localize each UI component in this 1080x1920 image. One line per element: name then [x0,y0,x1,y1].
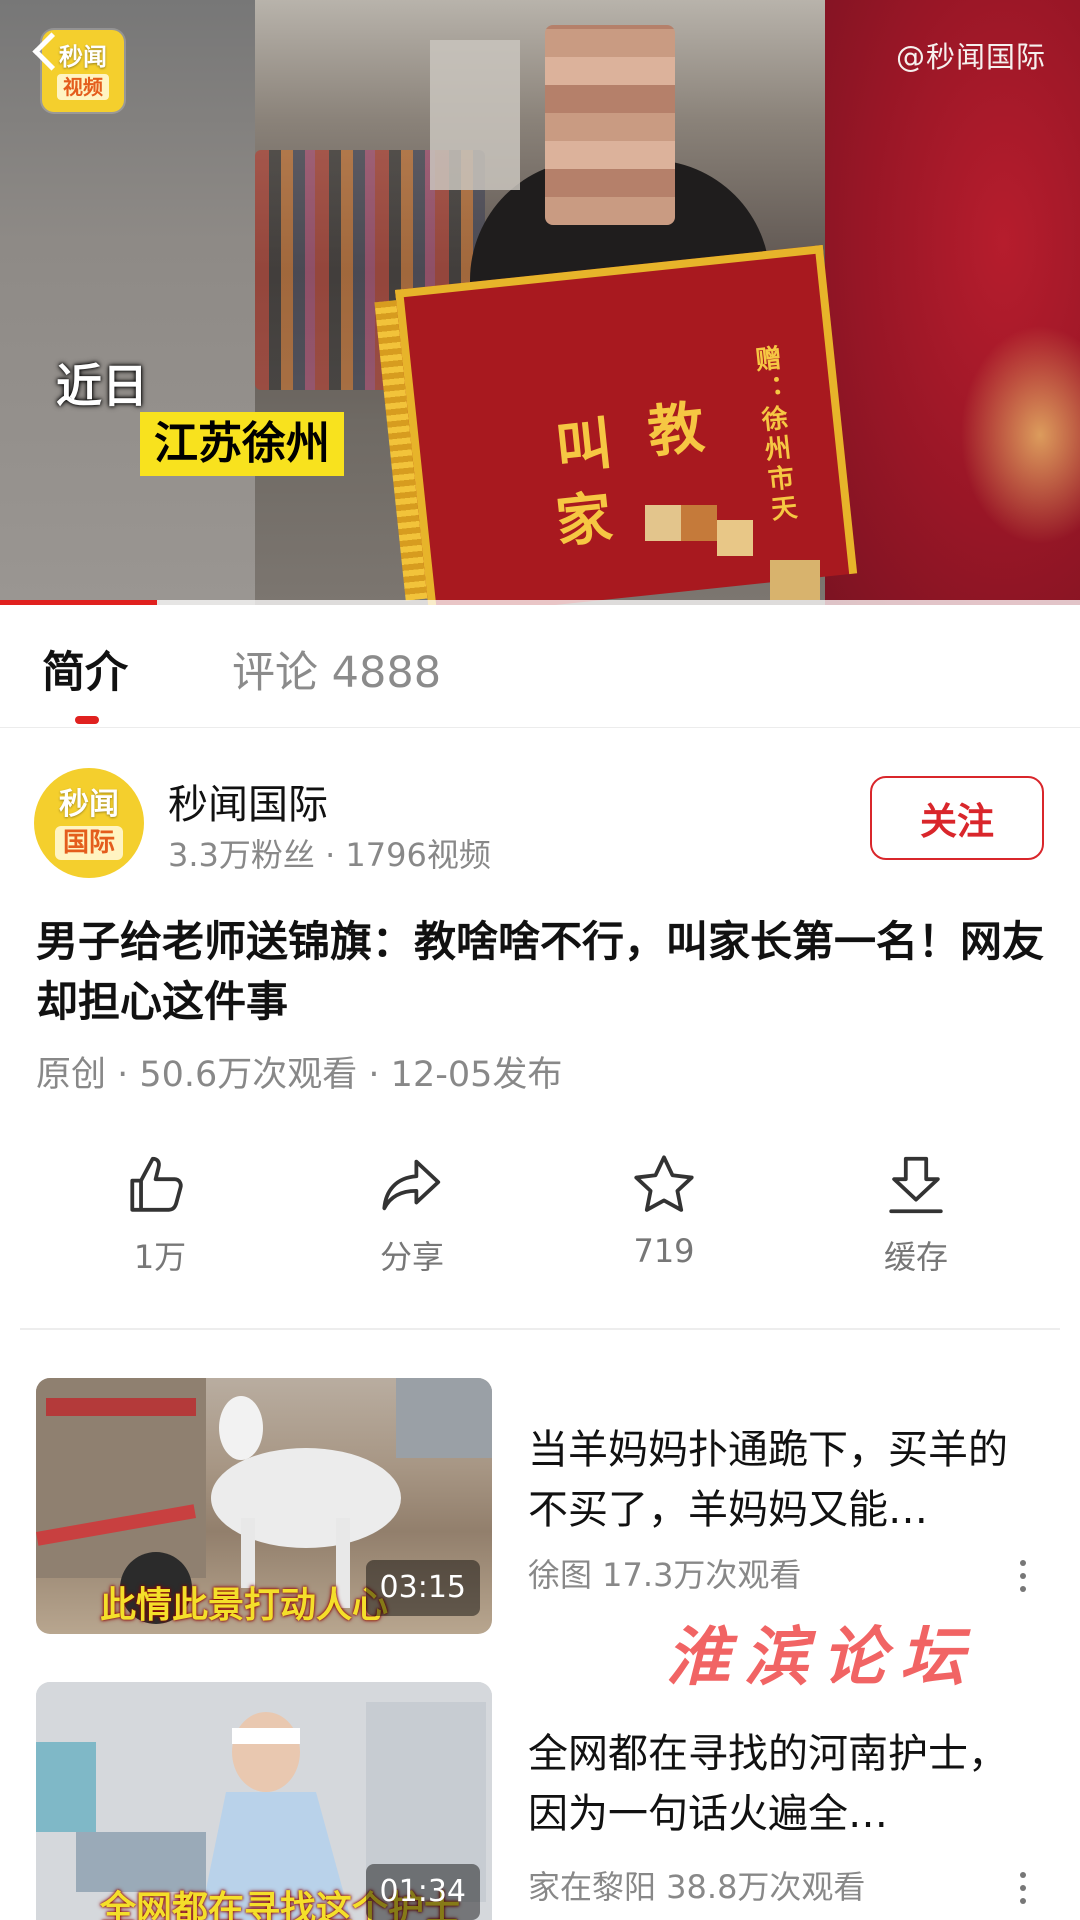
recommended-video[interactable]: 全网都在寻找这个护士 01:34 全网都在寻找的河南护士，因为一句话火遍全… 家… [0,1682,1080,1920]
recommended-video-title: 当羊妈妈扑通跪下，买羊的不买了，羊妈妈又能… [528,1427,1008,1533]
back-arrow-icon[interactable] [26,30,66,74]
section-divider [20,1328,1060,1330]
video-frame-mosaic-face [545,25,675,225]
more-options-icon[interactable] [1008,1868,1038,1908]
banner-character: 叫 [552,410,616,482]
video-thumbnail: 此情此景打动人心 03:15 [36,1378,492,1634]
action-bar: 1万 分享 719 缓存 [0,1150,1080,1290]
download-label: 缓存 [883,1238,948,1276]
video-frame-left [0,0,255,605]
channel-name[interactable]: 秒闻国际 [168,772,328,830]
tab-bar: 简介 评论 4888 [0,606,1080,728]
banner-mosaic [681,505,717,541]
tab-intro[interactable]: 简介 [42,638,128,700]
video-title: 男子给老师送锦旗：教啥啥不行，叫家长第一名！网友却担心这件事 [36,917,1045,1026]
more-options-icon[interactable] [1008,1556,1038,1596]
recommended-video-meta: 家在黎阳 38.8万次观看 [528,1868,866,1906]
recommended-video-meta: 徐图 17.3万次观看 [528,1556,802,1594]
avatar-text: 秒闻 [59,787,119,822]
thumbnail-caption: 此情此景打动人心 [100,1585,389,1626]
video-duration: 01:34 [365,1864,480,1920]
logo-text: 视频 [57,74,109,100]
favorite-count: 719 [633,1232,695,1270]
share-button[interactable]: 分享 [322,1150,502,1290]
recommended-video-title: 全网都在寻找的河南护士，因为一句话火遍全… [528,1731,1008,1837]
video-frame-mosaic [430,40,520,190]
favorite-button[interactable]: 719 [574,1150,754,1290]
star-icon [634,1155,694,1212]
banner-mosaic [645,505,681,541]
video-player[interactable]: 教 叫 家 赠：徐州市天 秒闻 视频 @秒闻国际 近日 江苏徐州 [0,0,1080,605]
like-count: 1万 [133,1238,187,1276]
video-caption-highlight: 江苏徐州 [140,412,344,476]
channel-watermark: @秒闻国际 [895,40,1046,74]
channel-avatar[interactable]: 秒闻 国际 [34,768,144,878]
download-icon [889,1156,943,1214]
video-duration: 03:15 [365,1560,480,1616]
thumbs-up-icon [130,1156,183,1212]
download-button[interactable]: 缓存 [826,1150,1006,1290]
share-icon [382,1159,441,1211]
follow-button[interactable]: 关注 [870,776,1044,860]
recommended-video[interactable]: 此情此景打动人心 03:15 当羊妈妈扑通跪下，买羊的不买了，羊妈妈又能… 徐图… [0,1378,1080,1638]
banner-character: 教 [644,394,708,466]
progress-bar-fill [0,600,157,605]
tab-comments[interactable]: 评论 4888 [232,638,441,700]
banner-mosaic [770,560,820,600]
channel-stats: 3.3万粉丝 · 1796视频 [168,836,491,874]
video-meta: 原创 · 50.6万次观看 · 12-05发布 [36,1055,563,1095]
banner-character: 家 [552,484,616,556]
share-label: 分享 [379,1238,444,1276]
video-caption: 近日 [56,359,148,413]
tab-active-indicator [75,716,99,724]
like-button[interactable]: 1万 [70,1150,250,1290]
video-thumbnail: 全网都在寻找这个护士 01:34 [36,1682,492,1920]
banner-mosaic [717,520,753,556]
progress-bar[interactable] [0,600,1080,605]
video-frame-right-blur [825,0,1080,605]
avatar-text: 国际 [54,826,123,860]
